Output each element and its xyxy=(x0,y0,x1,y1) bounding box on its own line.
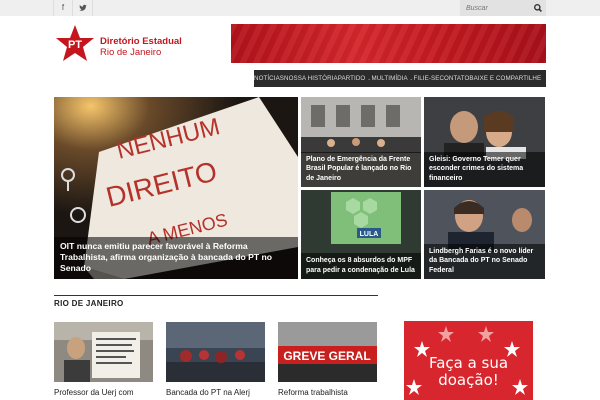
star-logo-icon: PT xyxy=(56,25,94,61)
nav-item-partido[interactable]: PARTIDO ⌄ xyxy=(338,70,372,87)
search-icon-shape xyxy=(534,4,542,12)
search-icon[interactable] xyxy=(530,0,546,16)
nav-label: CONTATO xyxy=(439,75,470,82)
featured-story-1[interactable]: Plano de Emergência da Frente Brasil Pop… xyxy=(301,97,421,187)
section-title[interactable]: RIO DE JANEIRO xyxy=(54,299,124,308)
nav-item-nossa-historia[interactable]: NOSSA HISTÓRIA xyxy=(284,70,338,87)
donate-line-1: Faça a sua xyxy=(428,354,509,372)
section-image-3: GREVE GERAL xyxy=(278,322,377,382)
nav-item-baixe-e-compartilhe[interactable]: BAIXE E COMPARTILHE xyxy=(469,70,541,87)
section-image-2 xyxy=(166,322,265,382)
nav-label: PARTIDO xyxy=(337,75,366,82)
featured-caption-2[interactable]: Gleisi: Governo Temer quer esconder crim… xyxy=(424,151,545,187)
top-bar: f xyxy=(0,0,600,16)
section-divider xyxy=(54,295,378,296)
section-item-title-3[interactable]: Reforma trabalhista xyxy=(278,388,348,397)
section-image-1 xyxy=(54,322,153,382)
featured-story-2[interactable]: Gleisi: Governo Temer quer esconder crim… xyxy=(424,97,545,187)
logo-subtitle: Rio de Janeiro xyxy=(100,47,162,58)
thumb-image-text: GREVE GERAL xyxy=(283,349,370,363)
featured-caption-3[interactable]: Conheça os 8 absurdos do MPF para pedir … xyxy=(301,253,421,279)
nav-label: NOTÍCIAS xyxy=(254,75,285,82)
screen-label-text: LULA xyxy=(360,231,379,238)
twitter-bird-shape xyxy=(78,4,87,11)
facebook-glyph: f xyxy=(61,3,65,12)
section-thumb-3[interactable]: GREVE GERAL xyxy=(278,322,377,382)
logo-mark-text: PT xyxy=(68,39,82,51)
section-thumb-2[interactable] xyxy=(166,322,265,382)
nav-label: BAIXE E COMPARTILHE xyxy=(469,75,542,82)
donate-banner[interactable]: Faça a sua doação! xyxy=(404,321,533,400)
section-item-title-2[interactable]: Bancada do PT na Alerj xyxy=(166,388,250,397)
main-nav: NOTÍCIASNOSSA HISTÓRIAPARTIDO ⌄MULTIMÍDI… xyxy=(254,70,546,87)
nav-item-filie-se[interactable]: FILIE-SE xyxy=(414,70,440,87)
site-logo[interactable]: PT Diretório Estadual Rio de Janeiro xyxy=(55,24,185,64)
nav-item-multimidia[interactable]: MULTIMÍDIA ⌄ xyxy=(371,70,413,87)
donate-line-2: doação! xyxy=(438,371,499,389)
logo-text: Diretório Estadual Rio de Janeiro xyxy=(100,36,182,58)
featured-main-caption[interactable]: OIT nunca emitiu parecer favorável à Ref… xyxy=(54,237,298,279)
search-input[interactable] xyxy=(460,0,530,16)
featured-main-story[interactable]: NENHUM DIREITO A MENOS OIT nunca emitiu … xyxy=(54,97,298,279)
nav-label: MULTIMÍDIA xyxy=(371,75,408,82)
logo-title: Diretório Estadual xyxy=(100,36,182,47)
section-thumb-1[interactable] xyxy=(54,322,153,382)
facebook-icon[interactable]: f xyxy=(53,0,73,16)
nav-label: NOSSA HISTÓRIA xyxy=(284,75,338,82)
header-banner[interactable] xyxy=(231,24,546,63)
featured-caption-4[interactable]: Lindbergh Farias é o novo líder da Banca… xyxy=(424,243,545,279)
twitter-icon[interactable] xyxy=(73,0,93,16)
featured-story-4[interactable]: Lindbergh Farias é o novo líder da Banca… xyxy=(424,190,545,279)
search-box xyxy=(460,0,546,16)
nav-label: FILIE-SE xyxy=(413,75,440,82)
nav-item-contato[interactable]: CONTATO xyxy=(439,70,469,87)
donate-text: Faça a sua doação! xyxy=(404,355,533,389)
featured-caption-1[interactable]: Plano de Emergência da Frente Brasil Pop… xyxy=(301,151,421,187)
section-item-title-1[interactable]: Professor da Uerj com xyxy=(54,388,134,397)
nav-item-noticias[interactable]: NOTÍCIAS xyxy=(254,70,284,87)
featured-story-3[interactable]: LULA Conheça os 8 absurdos do MPF para p… xyxy=(301,190,421,279)
